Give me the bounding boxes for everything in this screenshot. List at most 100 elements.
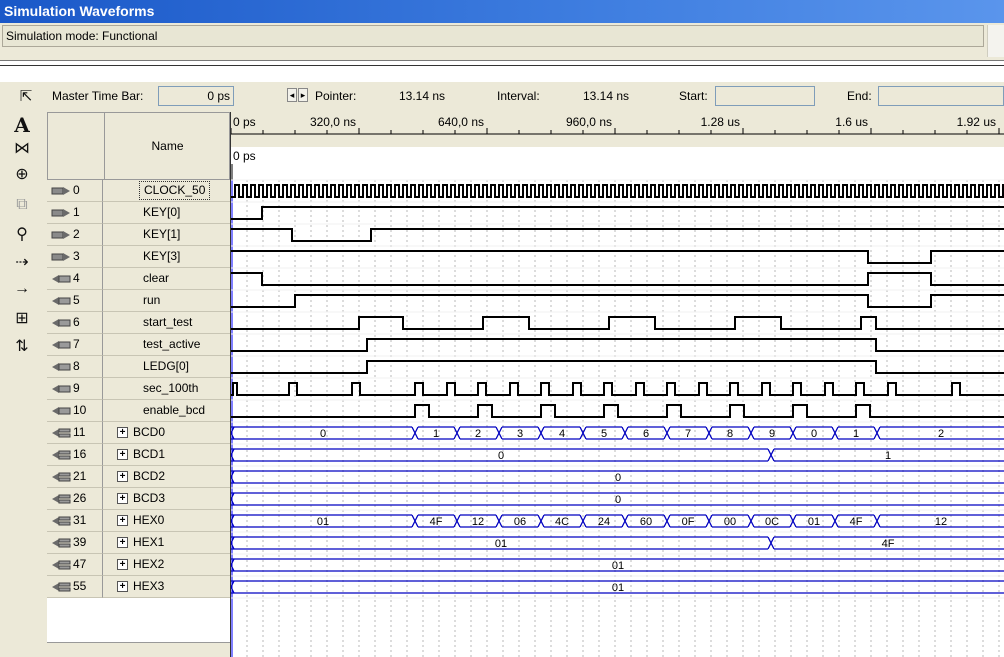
copy-icon[interactable]: ⧉ — [8, 194, 36, 216]
sort-icon[interactable]: ⇅ — [8, 336, 36, 358]
signal-row[interactable]: 31 + HEX0 — [47, 510, 230, 532]
find-next-icon[interactable]: ⇢ — [8, 252, 36, 274]
signal-name: LEDG[0] — [143, 359, 190, 373]
pointer-icon[interactable]: ⇱ — [12, 86, 40, 108]
signal-row[interactable]: 6 start_test — [47, 312, 230, 334]
find-icon[interactable]: ⚲ — [8, 224, 36, 246]
signal-row[interactable]: 3 KEY[3] — [47, 246, 230, 268]
expand-icon[interactable]: + — [117, 559, 128, 570]
mode-scrollbar[interactable] — [987, 25, 1004, 57]
bus-transition — [705, 426, 713, 440]
signal-name-cell[interactable]: clear — [103, 268, 230, 290]
next-arrow-button[interactable]: ▸ — [298, 88, 308, 102]
text-icon[interactable]: A — [8, 114, 36, 136]
bus-value: 0 — [615, 472, 621, 484]
mode-bar: Simulation mode: Functional — [0, 23, 1004, 60]
signal-name-cell[interactable]: LEDG[0] — [103, 356, 230, 378]
ruler-label: 1.6 us — [835, 115, 868, 129]
zoom-icon[interactable]: ⊕ — [8, 164, 36, 186]
expand-icon[interactable]: + — [117, 581, 128, 592]
master-time-bar-field[interactable]: 0 ps — [158, 86, 234, 106]
signal-row[interactable]: 21 + BCD2 — [47, 466, 230, 488]
expand-icon[interactable]: + — [117, 515, 128, 526]
signal-row[interactable]: 8 LEDG[0] — [47, 356, 230, 378]
ruler-label: 0 ps — [233, 115, 256, 129]
expand-icon[interactable]: + — [117, 537, 128, 548]
signal-index: 7 — [47, 334, 103, 356]
bus-transition — [621, 514, 629, 528]
signal-name-cell[interactable]: enable_bcd — [103, 400, 230, 422]
signal-name-cell[interactable]: KEY[3] — [103, 246, 230, 268]
signal-name: HEX2 — [133, 557, 165, 571]
bus-value: 4F — [882, 538, 895, 550]
signal-name-cell[interactable]: KEY[0] — [103, 202, 230, 224]
pointer-label: Pointer: — [315, 89, 357, 103]
signal-row[interactable]: 10 enable_bcd — [47, 400, 230, 422]
end-field[interactable] — [878, 86, 1004, 106]
signal-row[interactable]: 16 + BCD1 — [47, 444, 230, 466]
signal-list-header: Name — [47, 112, 230, 180]
signal-name-cell[interactable]: + BCD3 — [103, 488, 230, 510]
signal-row[interactable]: 0 CLOCK_50 — [47, 180, 230, 202]
signal-name: run — [143, 293, 161, 307]
signal-index-value: 4 — [73, 271, 80, 285]
expand-icon[interactable]: + — [117, 471, 128, 482]
separator-line — [0, 65, 1004, 66]
signal-name-cell[interactable]: + HEX1 — [103, 532, 230, 554]
signal-name-cell[interactable]: + HEX0 — [103, 510, 230, 532]
signal-waveform — [231, 228, 1004, 242]
signal-name: clear — [143, 271, 170, 285]
expand-icon[interactable]: + — [117, 449, 128, 460]
waveform-canvas[interactable]: 0 ps 320,0 ns 640,0 ns 960,0 ns 1.28 us 1.6 u… — [230, 112, 1004, 657]
name-column-header[interactable]: Name — [104, 113, 230, 179]
signal-index: 6 — [47, 312, 103, 334]
signal-name-cell[interactable]: + HEX2 — [103, 554, 230, 576]
signal-row[interactable]: 5 run — [47, 290, 230, 312]
signal-index: 21 — [47, 466, 103, 488]
signal-row[interactable]: 11 + BCD0 — [47, 422, 230, 444]
expand-icon[interactable]: + — [117, 493, 128, 504]
signal-name: BCD1 — [133, 447, 166, 461]
signal-name-cell[interactable]: KEY[1] — [103, 224, 230, 246]
signal-row[interactable]: 7 test_active — [47, 334, 230, 356]
bus-transition — [621, 426, 629, 440]
start-field[interactable] — [715, 86, 815, 106]
signal-name-cell[interactable]: + BCD1 — [103, 444, 230, 466]
signal-list-filler — [47, 642, 230, 657]
signal-name-cell[interactable]: + HEX3 — [103, 576, 230, 598]
signal-index-value: 7 — [73, 337, 80, 351]
expand-icon[interactable]: + — [117, 427, 128, 438]
signal-name-cell[interactable]: CLOCK_50 — [103, 180, 230, 202]
pointer-field[interactable]: 13.14 ns — [372, 86, 472, 106]
signal-name: CLOCK_50 — [139, 181, 211, 200]
signal-row[interactable]: 55 + HEX3 — [47, 576, 230, 598]
signal-name-cell[interactable]: sec_100th — [103, 378, 230, 400]
signal-index-value: 0 — [73, 183, 80, 197]
bus-value: 01 — [317, 516, 329, 528]
interval-field[interactable]: 13.14 ns — [560, 86, 652, 106]
signal-row[interactable]: 2 KEY[1] — [47, 224, 230, 246]
bus-transition — [537, 426, 545, 440]
signal-name-cell[interactable]: test_active — [103, 334, 230, 356]
prev-arrow-button[interactable]: ◂ — [287, 88, 297, 102]
signal-row[interactable]: 47 + HEX2 — [47, 554, 230, 576]
waveform-panel[interactable]: 0 ps 320,0 ns 640,0 ns 960,0 ns 1.28 us 1.6 u… — [230, 112, 1004, 657]
signal-waveform — [231, 360, 1004, 374]
arrow-right-icon[interactable]: → — [8, 278, 36, 300]
bus-value: 0F — [682, 516, 695, 528]
signal-name-cell[interactable]: start_test — [103, 312, 230, 334]
grid-icon[interactable]: ⊞ — [8, 308, 36, 330]
signal-name-cell[interactable]: run — [103, 290, 230, 312]
bus-value: 01 — [612, 582, 624, 594]
signal-name-cell[interactable]: + BCD2 — [103, 466, 230, 488]
bus-value: 8 — [727, 428, 733, 440]
signal-row[interactable]: 1 KEY[0] — [47, 202, 230, 224]
signal-name-cell[interactable]: + BCD0 — [103, 422, 230, 444]
signal-name: KEY[3] — [143, 249, 181, 263]
waveform-edit-icon[interactable]: ⋈ — [8, 138, 36, 160]
signal-row[interactable]: 9 sec_100th — [47, 378, 230, 400]
signal-row[interactable]: 39 + HEX1 — [47, 532, 230, 554]
signal-row[interactable]: 26 + BCD3 — [47, 488, 230, 510]
bus-transition — [831, 426, 839, 440]
signal-row[interactable]: 4 clear — [47, 268, 230, 290]
